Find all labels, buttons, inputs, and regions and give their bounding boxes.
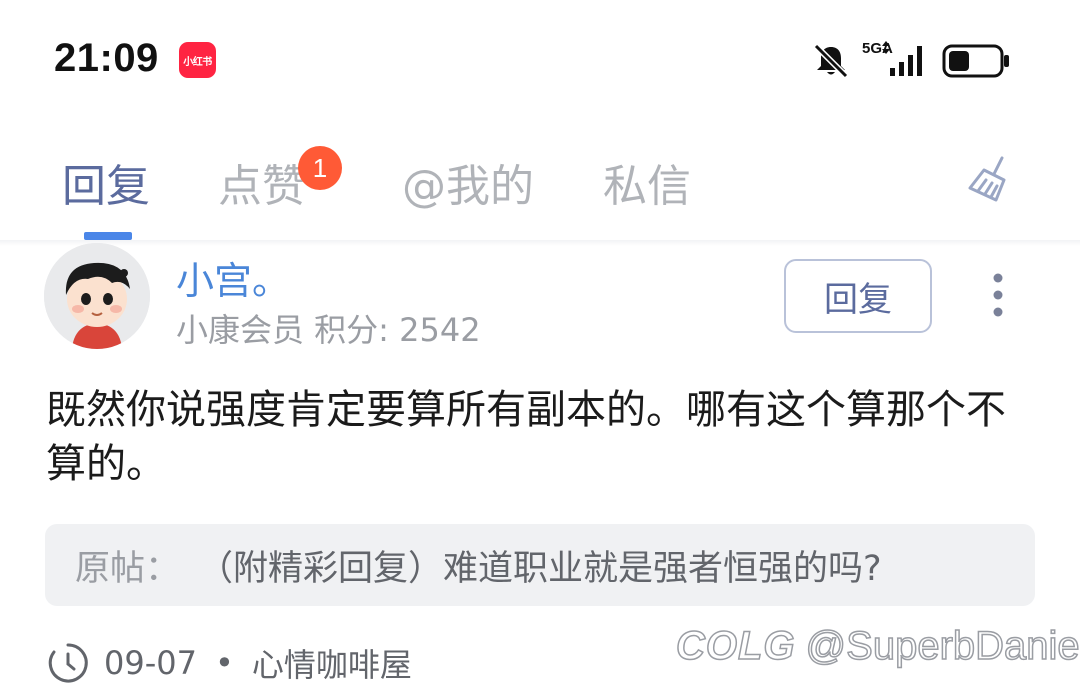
tab-mentions[interactable]: @我的 [402, 150, 534, 214]
app-notification-icon: 小红书 [179, 42, 216, 78]
more-options-icon[interactable] [986, 272, 1010, 318]
bell-muted-icon [813, 43, 849, 79]
comment-date: 09-07 [104, 644, 197, 682]
footer-separator: • [214, 644, 234, 682]
status-time: 21:09 [54, 36, 159, 80]
likes-count-badge: 1 [298, 146, 342, 190]
tab-messages[interactable]: 私信 [603, 150, 691, 214]
active-tab-indicator [84, 232, 132, 240]
signal-icon [882, 41, 922, 76]
avatar[interactable] [44, 243, 150, 349]
broom-icon[interactable] [964, 152, 1020, 208]
watermark: COLG @SuperbDaniel [675, 623, 1080, 669]
original-post-link[interactable]: 原帖： （附精彩回复）难道职业就是强者恒强的吗? [45, 524, 1035, 606]
comment-footer: 09-07 • 心情咖啡屋 [46, 638, 412, 688]
tabs-divider [0, 240, 1080, 246]
status-bar: 21:09 小红书 5GA [0, 0, 1080, 120]
tab-likes[interactable]: 点赞 [218, 150, 306, 214]
board-name[interactable]: 心情咖啡屋 [252, 640, 412, 686]
username[interactable]: 小宫。 [176, 250, 290, 305]
watermark-handle: @SuperbDaniel [805, 623, 1080, 669]
battery-icon [942, 44, 1009, 78]
user-membership-points: 小康会员 积分: 2542 [176, 311, 481, 349]
clock-icon [48, 643, 88, 683]
reply-button[interactable]: 回复 [784, 259, 932, 333]
original-post-label: 原帖： [75, 548, 181, 589]
tab-bar: 回复 点赞 1 @我的 私信 [0, 130, 1080, 240]
original-post-title: （附精彩回复）难道职业就是强者恒强的吗? [198, 548, 882, 589]
watermark-logo: COLG [675, 623, 796, 669]
tab-reply[interactable]: 回复 [62, 150, 150, 214]
comment-text: 既然你说强度肯定要算所有副本的。哪有这个算那个不算的。 [46, 387, 1006, 487]
avatar-image [44, 243, 150, 349]
